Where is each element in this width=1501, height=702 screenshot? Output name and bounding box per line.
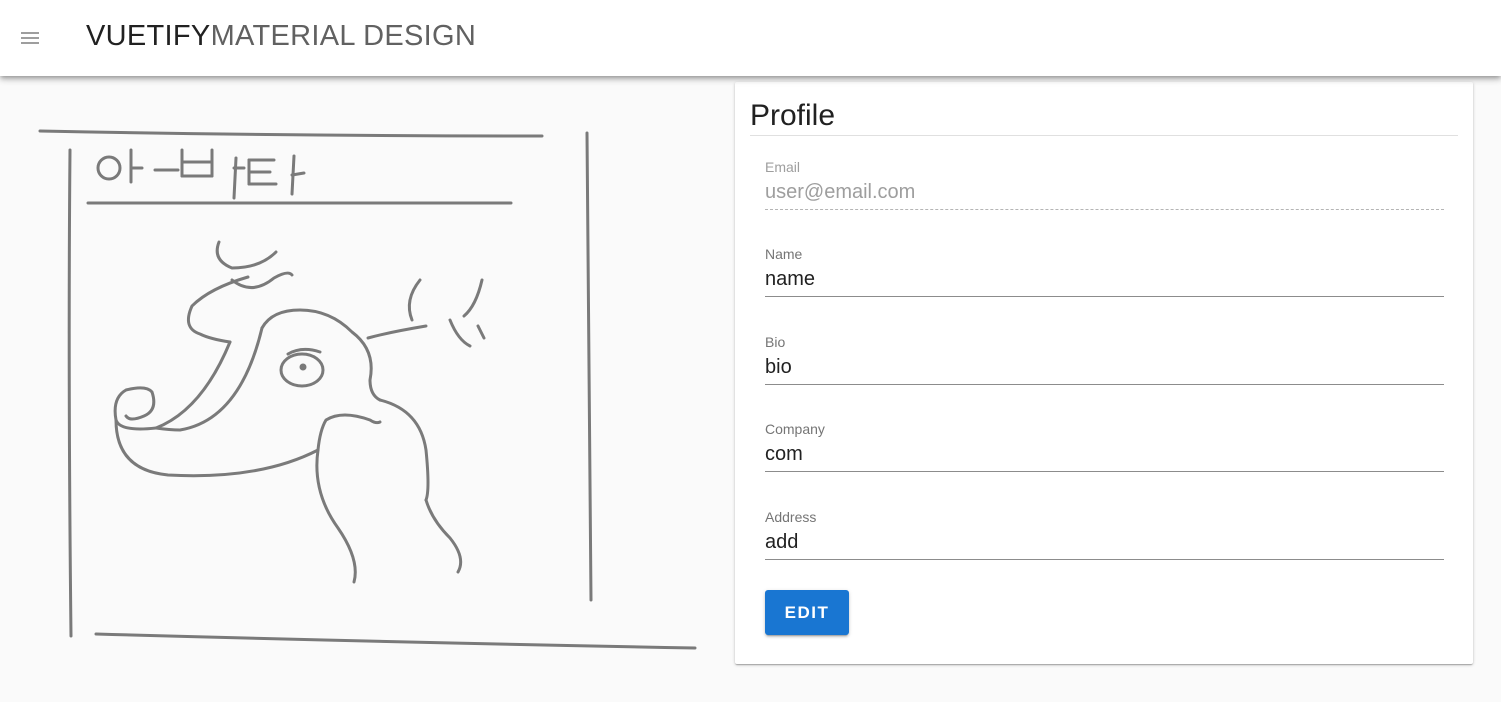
email-input (765, 178, 1444, 206)
address-field[interactable]: Address (765, 509, 1444, 569)
company-underline (765, 471, 1444, 472)
address-input[interactable] (765, 528, 1444, 556)
name-field[interactable]: Name (765, 246, 1444, 306)
company-label: Company (765, 421, 825, 437)
name-underline (765, 296, 1444, 297)
app-title-light: MATERIAL DESIGN (210, 20, 477, 52)
title-divider (750, 135, 1458, 136)
address-label: Address (765, 509, 817, 525)
email-label: Email (765, 159, 801, 175)
name-input[interactable] (765, 265, 1444, 293)
email-underline (765, 209, 1444, 210)
bio-field[interactable]: Bio (765, 334, 1444, 394)
profile-card: Profile Email Name Bio Company Address E… (735, 82, 1473, 664)
company-field[interactable]: Company (765, 421, 1444, 481)
hamburger-menu-icon[interactable] (14, 22, 46, 54)
profile-title: Profile (750, 99, 836, 132)
app-toolbar: VUETIFYMATERIAL DESIGN (0, 0, 1501, 76)
edit-button[interactable]: EDIT (765, 590, 849, 635)
handwritten-avatar-text (96, 148, 306, 200)
bio-label: Bio (765, 334, 786, 350)
app-title-bold: VUETIFY (86, 20, 211, 52)
app-title: VUETIFYMATERIAL DESIGN (86, 17, 476, 55)
bio-input[interactable] (765, 353, 1444, 381)
address-underline (765, 559, 1444, 560)
name-label: Name (765, 246, 803, 262)
company-input[interactable] (765, 440, 1444, 468)
bio-underline (765, 384, 1444, 385)
email-field: Email (765, 159, 1444, 219)
avatar-drawing (30, 120, 710, 665)
